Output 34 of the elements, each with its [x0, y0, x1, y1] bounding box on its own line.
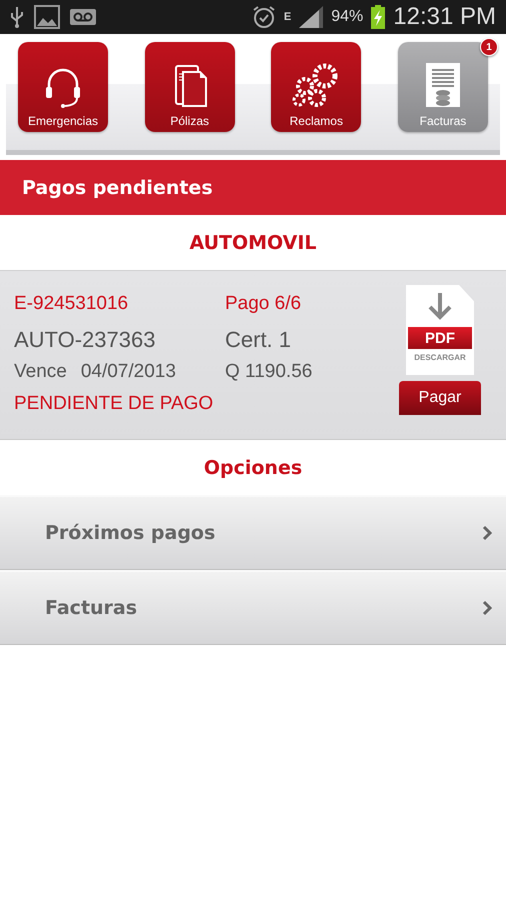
vehicle-code: AUTO-237363 — [14, 327, 156, 354]
menu-tile[interactable]: Pólizas — [144, 42, 235, 132]
signal-icon — [299, 6, 324, 28]
invoice-icon — [424, 62, 462, 108]
notification-badge: 1 — [480, 38, 498, 56]
option-row[interactable]: Próximos pagos — [0, 495, 506, 570]
alarm-clock-icon — [252, 5, 276, 29]
due-label: Vence — [14, 361, 67, 384]
headset-icon — [43, 66, 83, 108]
certificate-number: Cert. 1 — [225, 327, 292, 354]
download-arrow-icon — [427, 291, 453, 321]
options-title: Opciones — [204, 456, 302, 478]
documents-icon — [172, 62, 207, 108]
battery-charging-icon — [371, 5, 386, 29]
payment-status: PENDIENTE DE PAGO — [14, 393, 214, 416]
policy-number: E-924531016 — [14, 293, 130, 316]
menu-tile[interactable]: Reclamos — [271, 42, 362, 132]
pdf-download-button[interactable]: PDF DESCARGAR — [406, 285, 474, 375]
option-row[interactable]: Facturas — [0, 570, 506, 645]
chevron-right-icon — [482, 525, 492, 541]
image-icon — [34, 5, 60, 29]
chevron-right-icon — [482, 600, 492, 616]
clock-time: 12:31 PM — [393, 3, 496, 31]
installment-number: Pago 6/6 — [225, 293, 302, 316]
section-title: AUTOMOVIL — [189, 232, 317, 254]
network-type: E — [284, 12, 292, 22]
usb-icon — [10, 6, 24, 28]
amount-due: Q 1190.56 — [225, 361, 314, 384]
voicemail-icon — [70, 9, 96, 25]
due-date: 04/07/2013 — [80, 361, 176, 384]
menu-tile[interactable]: Emergencias — [18, 42, 108, 132]
battery-percent: 94% — [331, 8, 364, 26]
page-title: Pagos pendientes — [0, 160, 506, 215]
pay-button[interactable]: Pagar — [399, 381, 481, 415]
